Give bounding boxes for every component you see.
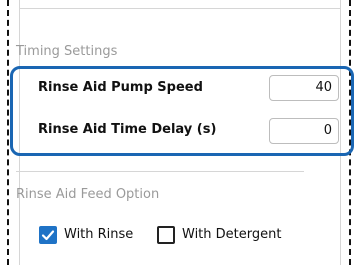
check-icon (41, 230, 55, 241)
with-rinse-label[interactable]: With Rinse (64, 227, 133, 242)
with-rinse-checkbox[interactable] (39, 226, 57, 244)
section-divider (16, 171, 304, 172)
page: Timing Settings Rinse Aid Pump Speed 40 … (0, 0, 359, 265)
timing-settings-title: Timing Settings (16, 44, 118, 59)
time-delay-input[interactable]: 0 (269, 118, 339, 144)
panel-top-edge (20, 0, 340, 9)
pump-speed-input[interactable]: 40 (269, 75, 339, 101)
time-delay-label: Rinse Aid Time Delay (s) (38, 122, 217, 137)
dashed-border-left (7, 0, 9, 265)
pump-speed-label: Rinse Aid Pump Speed (38, 80, 203, 95)
feed-option-title: Rinse Aid Feed Option (16, 187, 160, 202)
with-detergent-checkbox[interactable] (157, 226, 175, 244)
with-detergent-label[interactable]: With Detergent (182, 227, 281, 242)
